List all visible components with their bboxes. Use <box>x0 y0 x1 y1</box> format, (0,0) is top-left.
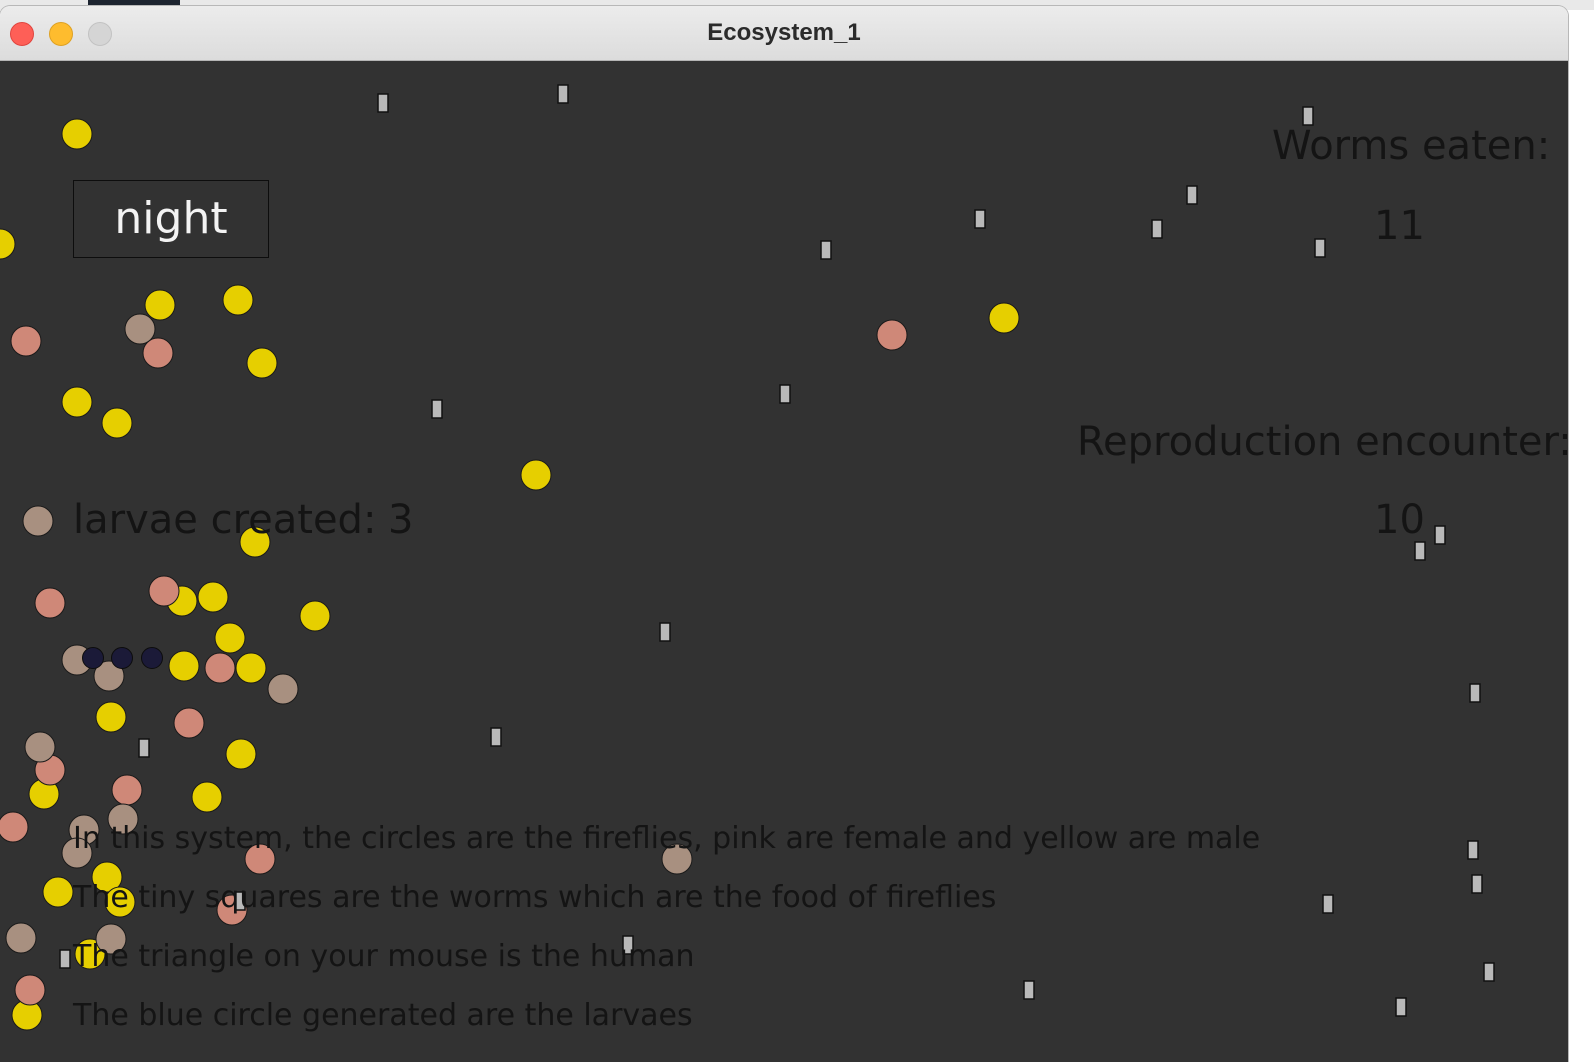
female-firefly <box>14 974 46 1006</box>
firefly <box>24 731 56 763</box>
worm <box>1471 874 1483 894</box>
worm <box>1483 962 1495 982</box>
firefly <box>267 673 299 705</box>
larva <box>82 647 104 669</box>
larva <box>141 647 163 669</box>
info-line: The blue circle generated are the larvae… <box>73 998 693 1033</box>
male-firefly <box>197 581 229 613</box>
male-firefly <box>61 386 93 418</box>
worm <box>490 727 502 747</box>
male-firefly <box>42 876 74 908</box>
title-bar[interactable]: Ecosystem_1 <box>0 6 1568 61</box>
worm <box>1314 238 1326 258</box>
male-firefly <box>520 459 552 491</box>
worm <box>974 209 986 229</box>
firefly <box>22 505 54 537</box>
female-firefly <box>0 811 29 843</box>
female-firefly <box>111 774 143 806</box>
female-firefly <box>10 325 42 357</box>
male-firefly <box>246 347 278 379</box>
worm <box>431 399 443 419</box>
worm <box>1467 840 1479 860</box>
female-firefly <box>876 319 908 351</box>
reproduction-encounter-value: 10 <box>1374 497 1425 543</box>
worm <box>1469 683 1481 703</box>
worm <box>1322 894 1334 914</box>
male-firefly <box>988 302 1020 334</box>
worms-eaten-label: Worms eaten: <box>1272 123 1551 169</box>
day-night-toggle[interactable]: night <box>73 180 269 258</box>
male-firefly <box>168 650 200 682</box>
female-firefly <box>173 707 205 739</box>
male-firefly <box>235 652 267 684</box>
male-firefly <box>95 701 127 733</box>
worm <box>1186 185 1198 205</box>
firefly <box>5 922 37 954</box>
worm <box>59 949 71 969</box>
worm <box>377 93 389 113</box>
worm <box>1023 980 1035 1000</box>
worm <box>659 622 671 642</box>
larvae-created-value: 3 <box>388 497 414 543</box>
male-firefly <box>214 622 246 654</box>
male-firefly <box>225 738 257 770</box>
reproduction-encounter-label: Reproduction encounter: <box>1077 419 1568 465</box>
worm <box>1395 997 1407 1017</box>
app-window: Ecosystem_1 night Worms eaten: 11 Reprod… <box>0 6 1568 1062</box>
male-firefly <box>299 600 331 632</box>
info-line: In this system, the circles are the fire… <box>73 821 1261 856</box>
male-firefly <box>61 118 93 150</box>
larvae-created-label: larvae created: <box>73 497 377 543</box>
worm <box>138 738 150 758</box>
worm <box>1434 525 1446 545</box>
worms-eaten-value: 11 <box>1374 203 1425 249</box>
simulation-canvas[interactable]: night Worms eaten: 11 Reproduction encou… <box>0 61 1568 1062</box>
worm <box>557 84 569 104</box>
male-firefly <box>101 407 133 439</box>
female-firefly <box>148 575 180 607</box>
larva <box>111 647 133 669</box>
worm <box>1151 219 1163 239</box>
worm <box>779 384 791 404</box>
female-firefly <box>204 652 236 684</box>
male-firefly <box>144 289 176 321</box>
mode-label: night <box>114 193 228 244</box>
female-firefly <box>34 587 66 619</box>
window-title: Ecosystem_1 <box>707 19 861 46</box>
firefly <box>124 313 156 345</box>
male-firefly <box>222 284 254 316</box>
info-line: The tiny squares are the worms which are… <box>73 880 997 915</box>
male-firefly <box>0 228 16 260</box>
male-firefly <box>191 781 223 813</box>
worm <box>1414 541 1426 561</box>
worm <box>820 240 832 260</box>
info-line: The triangle on your mouse is the human <box>73 939 695 974</box>
